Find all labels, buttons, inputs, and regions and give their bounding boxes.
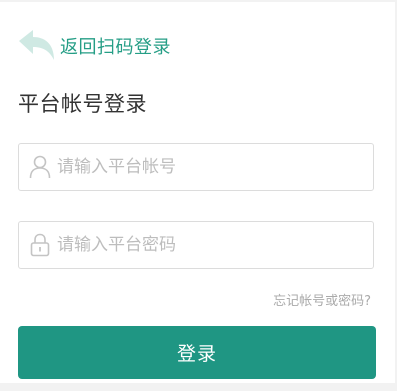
page-title: 平台帐号登录 <box>18 92 147 116</box>
return-arrow-icon <box>19 30 54 60</box>
login-button[interactable]: 登录 <box>18 326 376 379</box>
password-input[interactable] <box>57 222 367 268</box>
lock-icon <box>30 233 50 257</box>
username-input[interactable] <box>57 144 367 190</box>
forgot-account-or-password-link[interactable]: 忘记帐号或密码? <box>273 290 371 309</box>
back-link-label: 返回扫码登录 <box>60 37 171 58</box>
password-field <box>18 221 374 269</box>
login-panel: 返回扫码登录 平台帐号登录 忘记帐号或密码? 登录 <box>0 2 395 383</box>
back-to-qr-login-link[interactable]: 返回扫码登录 <box>18 28 171 64</box>
user-icon <box>29 155 51 179</box>
username-field <box>18 143 374 191</box>
